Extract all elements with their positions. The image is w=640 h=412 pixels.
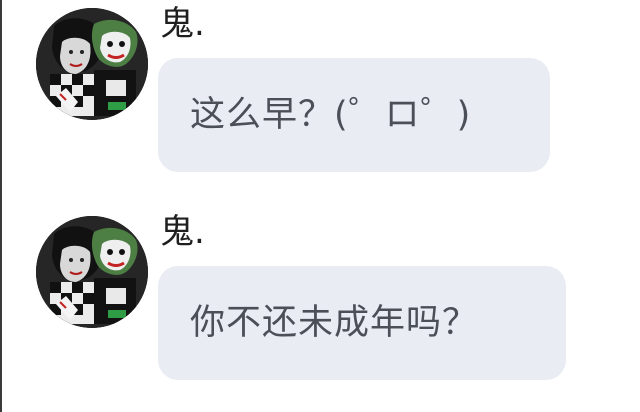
avatar[interactable] [36, 8, 148, 120]
avatar[interactable] [36, 216, 148, 328]
message-bubble[interactable]: 你不还未成年吗？ [158, 266, 566, 380]
message-text: 这么早？(゜ロ゜) [190, 95, 472, 135]
message-bubble[interactable]: 这么早？(゜ロ゜) [158, 58, 550, 172]
sender-name: 鬼. [160, 4, 205, 44]
sender-name: 鬼. [160, 212, 205, 252]
chat-message: 鬼. 这么早？(゜ロ゜) [0, 0, 640, 190]
anime-avatar-joker-icon [36, 216, 148, 328]
anime-avatar-joker-icon [36, 8, 148, 120]
message-text: 你不还未成年吗？ [190, 303, 479, 343]
chat-message: 鬼. 你不还未成年吗？ [0, 208, 640, 398]
